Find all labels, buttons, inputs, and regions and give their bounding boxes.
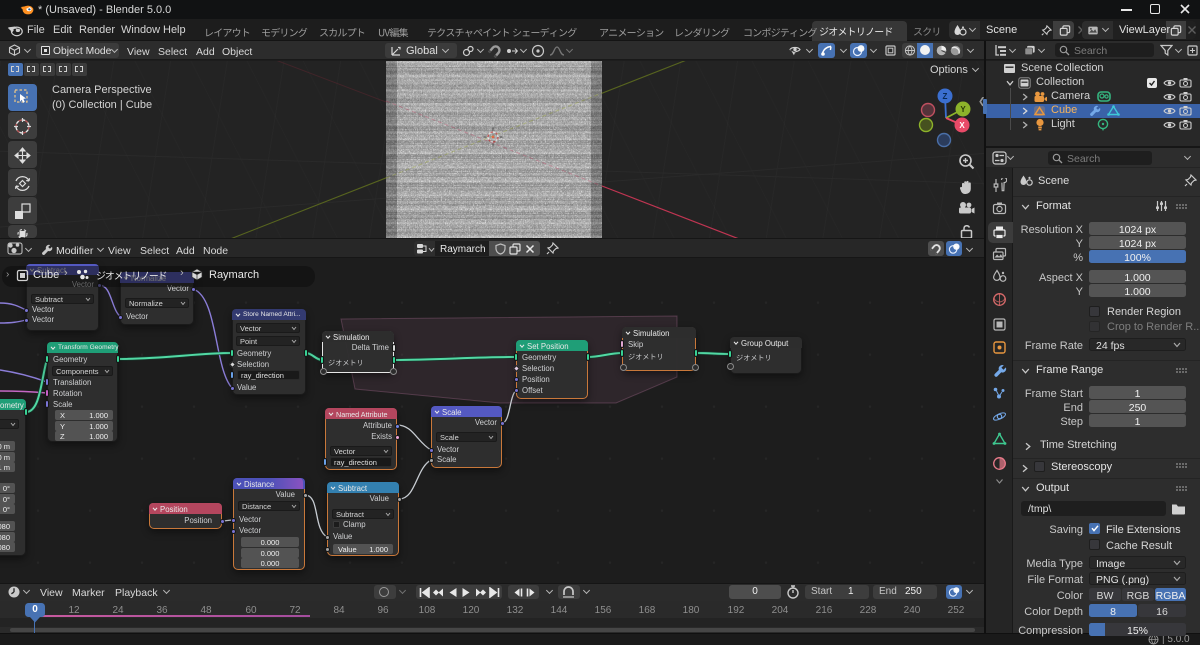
svg-text:Y: Y: [960, 105, 966, 114]
svg-text:Z: Z: [943, 92, 948, 101]
svg-text:X: X: [959, 121, 965, 130]
